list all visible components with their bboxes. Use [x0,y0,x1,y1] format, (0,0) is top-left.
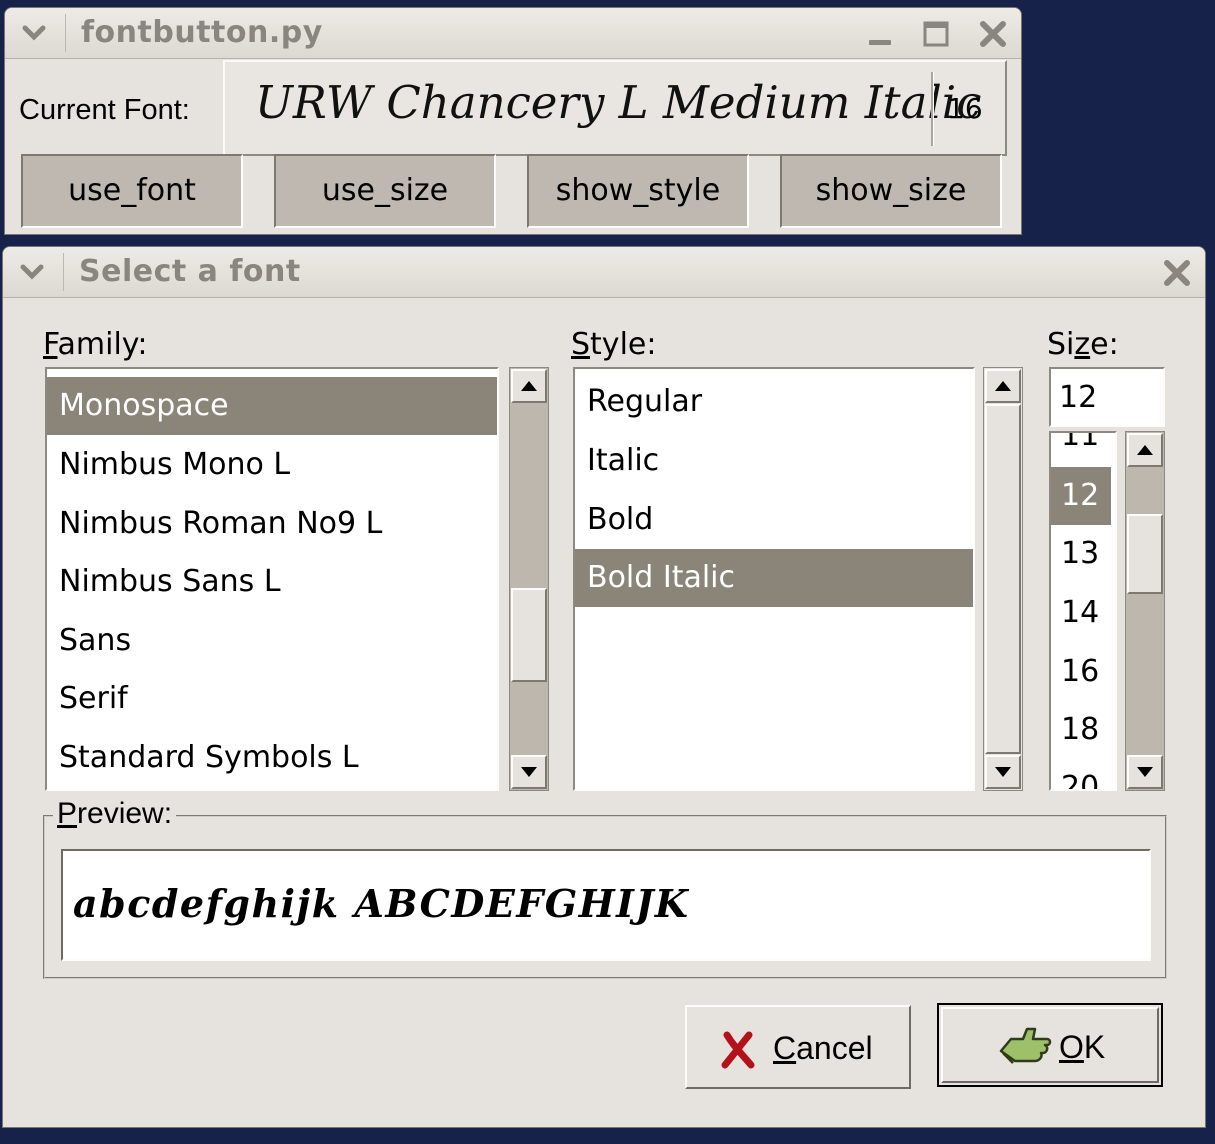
ok-button[interactable]: OK [941,1007,1159,1083]
chevron-down-icon[interactable] [19,18,49,48]
style-item-italic[interactable]: Italic [575,432,973,490]
size-item-selected[interactable]: 12 [1051,467,1111,525]
font-button[interactable]: URW Chancery L Medium Italic 16 [223,60,1007,156]
family-item-nimbus-mono[interactable]: Nimbus Mono L [47,436,497,494]
style-item-bold-italic[interactable]: Bold Italic [575,549,973,607]
chevron-down-icon[interactable] [17,257,47,287]
use-size-toggle[interactable]: use_size [274,154,496,228]
size-item[interactable]: 13 [1051,525,1115,583]
arrow-down-icon [521,767,537,777]
minimize-icon[interactable] [865,18,897,50]
arrow-up-icon [521,381,537,391]
preview-entry[interactable]: abcdefghijk ABCDEFGHIJK [61,849,1151,961]
current-font-label: Current Font: [19,94,190,126]
scroll-thumb[interactable] [985,404,1021,754]
size-item[interactable]: 18 [1051,701,1115,759]
fontbutton-window: fontbutton.py Current Font: URW Chancery… [4,7,1022,235]
show-size-toggle[interactable]: show_size [780,154,1002,228]
size-input[interactable]: 12 [1049,367,1165,427]
scroll-up-button[interactable] [985,369,1021,403]
style-label: Style: [571,327,657,362]
family-item-sans[interactable]: Sans [47,612,497,670]
family-item-serif[interactable]: Serif [47,670,497,728]
close-icon[interactable] [977,18,1009,50]
font-button-size: 16 [947,92,983,125]
scroll-up-button[interactable] [511,369,547,403]
scroll-thumb[interactable] [511,588,547,682]
family-item-nimbus-sans[interactable]: Nimbus Sans L [47,553,497,611]
family-list[interactable]: Monospace Nimbus Mono L Nimbus Roman No9… [45,367,499,791]
cancel-button-label: Cancel [773,1030,873,1066]
style-list[interactable]: Regular Italic Bold Bold Italic [573,367,975,791]
size-item[interactable]: 16 [1051,643,1115,701]
use-font-toggle[interactable]: use_font [21,154,243,228]
size-label: Size: [1047,327,1119,362]
window-title: fontbutton.py [81,15,323,50]
family-item-monospace[interactable]: Monospace [47,377,497,435]
font-button-separator [931,72,934,146]
style-scrollbar[interactable] [983,367,1023,791]
title-separator [65,14,66,52]
dialog-title-bar[interactable]: Select a font [3,247,1205,298]
title-separator [63,253,64,291]
preview-label: Preview: [53,797,177,831]
cancel-button[interactable]: Cancel [685,1005,911,1089]
scroll-thumb[interactable] [1127,514,1163,594]
size-scrollbar[interactable] [1125,431,1165,791]
family-item-nimbus-roman[interactable]: Nimbus Roman No9 L [47,495,497,553]
size-item[interactable]: 11 [1051,433,1115,465]
arrow-down-icon [1137,767,1153,777]
arrow-up-icon [1137,445,1153,455]
size-list[interactable]: 11 12 13 14 16 18 20 [1049,431,1117,791]
style-item-bold[interactable]: Bold [575,491,973,549]
arrow-down-icon [995,767,1011,777]
close-icon[interactable] [1161,257,1193,289]
size-item[interactable]: 20 [1051,759,1115,789]
family-scrollbar[interactable] [509,367,549,791]
font-button-name: URW Chancery L Medium Italic [255,76,982,129]
cancel-x-icon [721,1031,755,1069]
show-style-toggle[interactable]: show_style [527,154,749,228]
style-item-regular[interactable]: Regular [575,373,973,431]
dialog-title: Select a font [79,254,301,289]
size-item[interactable]: 14 [1051,584,1115,642]
scroll-up-button[interactable] [1127,433,1163,467]
ok-button-label: OK [1059,1029,1106,1065]
family-label: Family: [43,327,148,362]
arrow-up-icon [995,381,1011,391]
scroll-down-button[interactable] [1127,755,1163,789]
maximize-icon[interactable] [921,18,953,50]
family-item-standard-symbols[interactable]: Standard Symbols L [47,729,497,787]
preview-text: abcdefghijk ABCDEFGHIJK [73,881,690,926]
scroll-down-button[interactable] [511,755,547,789]
scroll-down-button[interactable] [985,755,1021,789]
title-bar[interactable]: fontbutton.py [5,8,1021,59]
ok-hand-icon [999,1027,1052,1064]
font-selection-dialog: Select a font Family: Monospace Nimbus M… [2,246,1206,1128]
